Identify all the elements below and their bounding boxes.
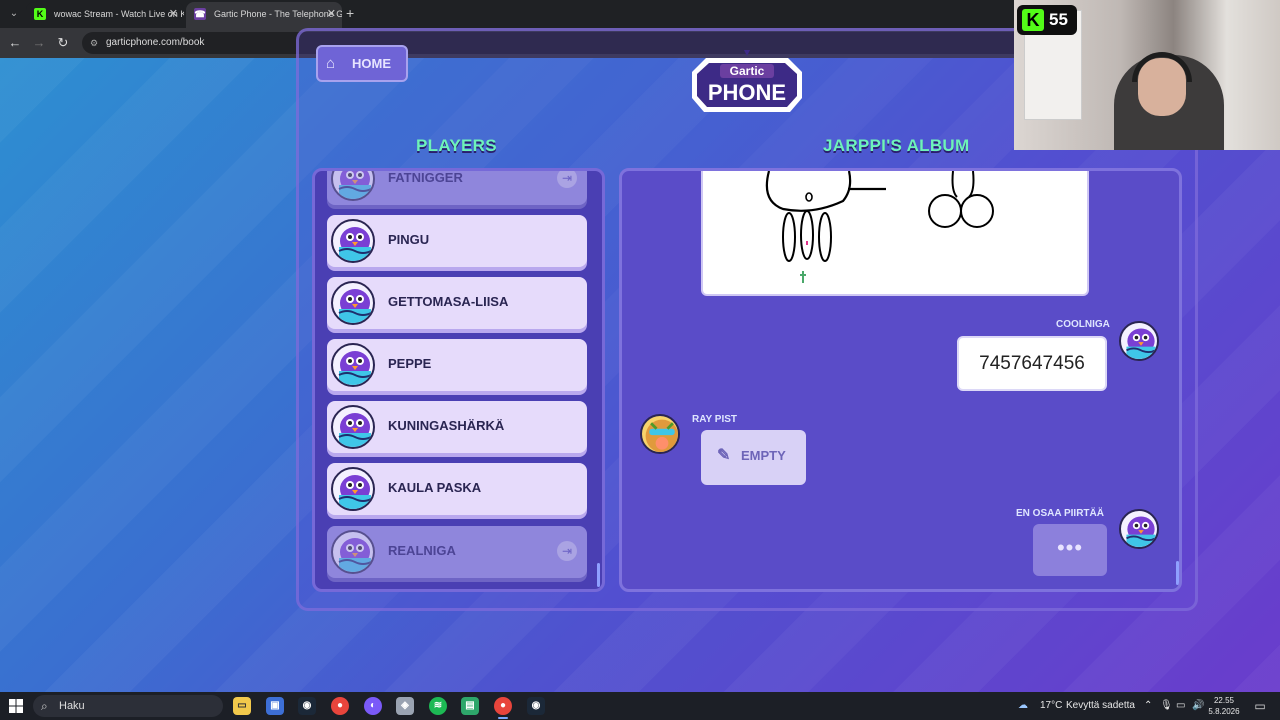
avatar [331,281,375,325]
new-tab-button[interactable]: + [346,5,354,21]
drawing [765,171,994,283]
player-name: FATNIGGER [388,170,463,185]
home-label: HOME [352,56,391,71]
avatar [1119,509,1159,549]
player-card[interactable]: REALNIGA ⇥ [327,526,587,578]
weather-text[interactable]: Kevyttä sadetta [1066,692,1135,720]
home-button[interactable]: ⌂ HOME [316,45,408,82]
steam-icon[interactable]: ◉ [298,697,316,715]
player-card[interactable]: PEPPE [327,339,587,391]
avatar [331,219,375,263]
typing-bubble: ••• [1033,524,1107,576]
close-icon[interactable]: ✕ [169,2,178,26]
tab-search-icon[interactable]: ⌄ [6,6,22,22]
drawing-canvas [701,171,1089,296]
avatar [1119,321,1159,361]
tab-title: Gartic Phone - The Telephone Game [214,9,342,19]
empty-label: EMPTY [741,448,786,463]
avatar [331,171,375,201]
clock[interactable]: 22.55 5.8.2026 [1207,695,1241,717]
players-list[interactable]: FATNIGGER ⇥ PINGU GETTOMASA-LIISA PEPPE … [312,168,605,592]
avatar [331,530,375,574]
player-left-icon: ⇥ [557,171,577,188]
pencil-icon: ✎ [717,447,731,464]
scrollbar[interactable] [597,563,600,587]
kick-logo-icon: K [1022,9,1044,31]
player-left-icon: ⇥ [557,541,577,561]
album-title: JARPPI'S ALBUM [823,136,970,155]
scrollbar[interactable] [1176,561,1179,585]
date: 5.8.2026 [1208,707,1240,716]
player-card[interactable]: PINGU [327,215,587,267]
forward-arrow-icon[interactable]: → [30,34,48,52]
gartic-favicon-icon: ☎ [194,8,206,20]
windows-start-icon[interactable] [9,699,23,713]
player-card[interactable]: GETTOMASA-LIISA [327,277,587,329]
steam-icon[interactable]: ◉ [527,697,545,715]
player-name: REALNIGA [388,543,456,558]
player-name: KUNINGASHÄRKÄ [388,418,505,433]
empty-message-bubble: ✎ EMPTY [701,430,806,485]
avatar [331,467,375,511]
player-name: PEPPE [388,356,432,371]
network-icon[interactable]: ▭ [1176,692,1185,720]
spotify-icon[interactable]: ≋ [429,697,447,715]
tab-gartic-phone[interactable]: ☎ Gartic Phone - The Telephone Game ✕ [186,2,342,28]
message-author: COOLNIGA [1056,319,1110,330]
player-card[interactable]: KUNINGASHÄRKÄ [327,401,587,453]
chrome-active-icon[interactable]: ● [494,697,512,719]
message-author: EN OSAA PIIRTÄÄ [1016,508,1104,519]
kick-favicon-icon: K [34,8,46,20]
avatar [331,405,375,449]
player-name: KAULA PASKA [388,480,482,495]
viewer-count-badge: K 55 [1017,5,1077,35]
search-icon: ⌕ [41,699,48,713]
reload-icon[interactable]: ↻ [54,34,72,52]
tab-title: wowac Stream - Watch Live on Kick [54,9,184,19]
close-icon[interactable]: ✕ [327,2,336,26]
app-icon[interactable]: ▣ [266,697,284,715]
app-icon[interactable]: ▤ [461,697,479,715]
time: 22.55 [1213,696,1235,705]
chrome-icon[interactable]: ● [331,697,349,715]
player-card[interactable]: FATNIGGER ⇥ [327,170,587,205]
taskbar: ⌕ Haku ▭ ▣ ◉ ● ◐ ◈ ≋ ▤ ● ◉ ☁ 17°C Kevytt… [0,692,1280,720]
notification-icon[interactable]: ▭ [1252,699,1268,713]
volume-icon[interactable]: 🔊 [1192,692,1204,720]
search-placeholder: Haku [59,700,85,712]
player-name: GETTOMASA-LIISA [388,294,509,309]
weather-temp[interactable]: 17°C [1040,692,1062,720]
players-title: PLAYERS [416,136,497,155]
gartic-phone-logo: Gartic PHONE [692,50,802,112]
logo-bottom-text: PHONE [708,80,786,105]
microphone-icon[interactable]: 🎙 [1160,692,1173,720]
player-name: PINGU [388,232,430,247]
player-card[interactable]: KAULA PASKA [327,463,587,515]
chevron-up-icon[interactable]: ⌃ [1144,692,1152,720]
file-explorer-icon[interactable]: ▭ [233,697,251,715]
url-text: garticphone.com/book [106,37,205,48]
weather-icon[interactable]: ☁ [1018,692,1028,720]
home-icon: ⌂ [326,55,336,72]
back-arrow-icon[interactable]: ← [6,34,24,52]
avatar [331,343,375,387]
app-icon[interactable]: ◈ [396,697,414,715]
taskbar-search[interactable]: ⌕ Haku [33,695,223,717]
message-bubble: 7457647456 [957,336,1107,391]
logo-top-text: Gartic [730,64,765,78]
site-info-icon[interactable]: ⚙ [90,32,98,54]
message-author: RAY PIST [692,414,738,425]
tab-kick-stream[interactable]: K wowac Stream - Watch Live on Kick ✕ [26,2,184,28]
album-panel[interactable]: COOLNIGA 7457647456 RAY PIST ✎ EMPTY EN … [619,168,1182,592]
viewer-count: 55 [1049,10,1068,29]
discord-icon[interactable]: ◐ [364,697,382,715]
avatar [640,414,680,454]
